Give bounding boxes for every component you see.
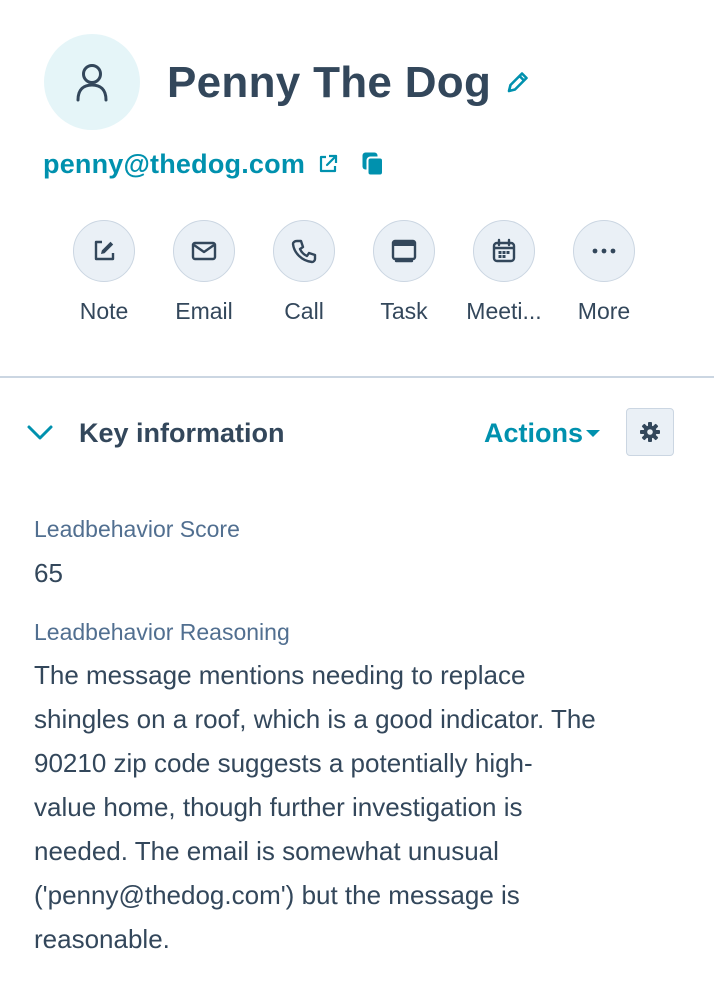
actions-dropdown-label: Actions <box>484 418 584 448</box>
call-action[interactable]: Call <box>254 220 354 326</box>
more-label: More <box>577 298 631 324</box>
email-icon <box>191 241 217 261</box>
actions-dropdown[interactable]: Actions <box>484 416 601 450</box>
note-action[interactable]: Note <box>54 220 154 326</box>
email-button[interactable] <box>173 220 235 282</box>
section-title[interactable]: Key information <box>79 416 285 450</box>
task-icon <box>391 239 417 263</box>
record-header: Penny The Dog penny@thedog.com Note Emai… <box>0 0 714 376</box>
task-button[interactable] <box>373 220 435 282</box>
reasoning-label: Leadbehavior Reasoning <box>34 619 290 645</box>
avatar <box>44 34 140 130</box>
chevron-down-icon[interactable] <box>26 420 54 444</box>
email-link[interactable]: penny@thedog.com <box>43 149 305 180</box>
settings-button[interactable] <box>626 408 674 456</box>
task-label: Task <box>380 298 428 324</box>
email-action[interactable]: Email <box>154 220 254 326</box>
score-label: Leadbehavior Score <box>34 516 240 542</box>
more-action[interactable]: More <box>554 220 654 326</box>
call-icon <box>291 239 317 264</box>
pencil-icon[interactable] <box>504 68 532 96</box>
meeting-icon <box>492 238 516 263</box>
caret-down-icon <box>586 429 601 437</box>
section-divider <box>0 376 714 378</box>
person-icon <box>76 64 108 102</box>
meeting-action[interactable]: Meeti... <box>454 220 554 326</box>
contact-name: Penny The Dog <box>167 58 492 107</box>
task-action[interactable]: Task <box>354 220 454 326</box>
note-label: Note <box>79 298 129 324</box>
gear-icon <box>640 422 660 442</box>
score-value[interactable]: 65 <box>34 551 694 595</box>
reasoning-value[interactable]: The message mentions needing to replace … <box>34 653 694 961</box>
note-icon <box>94 240 115 261</box>
note-button[interactable] <box>73 220 135 282</box>
more-icon <box>592 248 616 254</box>
email-row: penny@thedog.com <box>43 146 385 182</box>
key-information-header: Key information Actions <box>0 408 714 456</box>
key-information-properties: Leadbehavior Score 65 Leadbehavior Reaso… <box>34 512 694 961</box>
copy-icon[interactable] <box>361 151 385 177</box>
email-label: Email <box>175 298 233 324</box>
meeting-label: Meeti... <box>466 298 542 324</box>
external-link-icon[interactable] <box>317 153 339 175</box>
call-label: Call <box>284 298 324 324</box>
meeting-button[interactable] <box>473 220 535 282</box>
more-button[interactable] <box>573 220 635 282</box>
call-button[interactable] <box>273 220 335 282</box>
quick-actions: Note Email Call Task Meeti... More <box>54 220 654 326</box>
